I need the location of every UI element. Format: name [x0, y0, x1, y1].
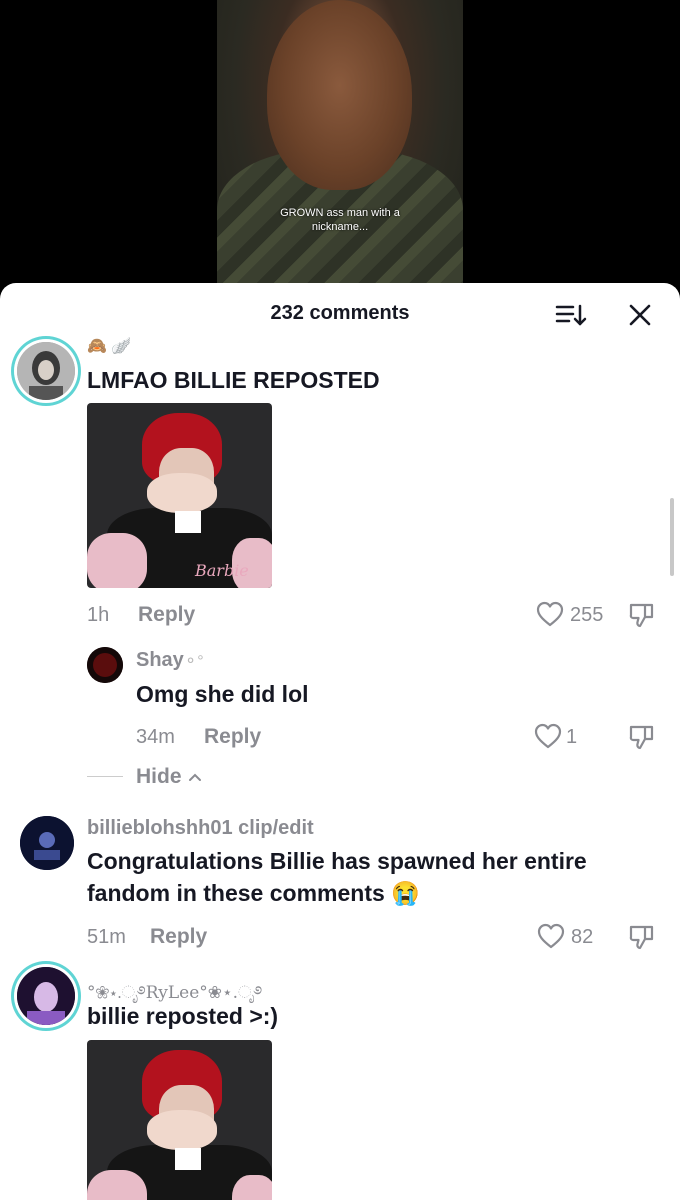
like-count: 255 [570, 604, 604, 626]
comment-text: billie reposted >:) [87, 1003, 279, 1029]
comment-text-line-1: Congratulations Billie has spawned her e… [87, 848, 587, 874]
video-subject-face [267, 0, 412, 190]
comment-image[interactable] [87, 1040, 272, 1200]
comment-username[interactable]: billieblohshh01 clip/edit [87, 817, 314, 840]
reply-button[interactable]: Reply [138, 603, 195, 627]
image-hands [147, 473, 217, 513]
avatar[interactable] [87, 647, 123, 683]
reply-button[interactable]: Reply [204, 725, 261, 749]
reply-time: 34m [136, 726, 175, 748]
like-count: 82 [571, 926, 594, 948]
comments-sheet: 232 comments 🙈 🪽 LMFAO BILLIE REPOSTED B… [0, 283, 680, 1200]
reply-button[interactable]: Reply [150, 925, 207, 949]
sort-icon[interactable] [553, 301, 589, 329]
avatar[interactable] [17, 342, 75, 400]
heart-icon[interactable] [534, 723, 562, 754]
video-player[interactable]: GROWN ass man with a nickname... [0, 0, 680, 300]
image-sleeve [87, 533, 147, 588]
hide-replies-button[interactable]: Hide [136, 765, 203, 789]
comment-text: LMFAO BILLIE REPOSTED [87, 367, 380, 393]
video-frame[interactable]: GROWN ass man with a nickname... [217, 0, 463, 300]
dislike-icon[interactable] [627, 922, 657, 957]
comment-text-line-2: fandom in these comments 😭 [87, 880, 420, 906]
hide-label: Hide [136, 765, 182, 788]
avatar[interactable] [20, 816, 74, 870]
scrollbar[interactable] [670, 498, 674, 576]
image-jacket-lettering: Barbie [195, 561, 249, 580]
comment-username-badges[interactable]: 🙈 🪽 [87, 336, 131, 356]
like-count: 1 [566, 726, 578, 748]
avatar[interactable] [17, 967, 75, 1025]
video-caption: GROWN ass man with a nickname... [280, 207, 400, 233]
reply-username-text: Shay [136, 649, 184, 671]
reply-username-suffix: ⚬° [183, 653, 204, 670]
reply-username[interactable]: Shay⚬° [136, 649, 204, 672]
dislike-icon[interactable] [627, 600, 657, 635]
close-icon[interactable] [624, 299, 656, 331]
reply-text: Omg she did lol [136, 681, 309, 707]
comment-time: 1h [87, 604, 110, 626]
comment-image[interactable]: Barbie [87, 403, 272, 588]
divider-line [87, 776, 123, 777]
heart-icon[interactable] [537, 923, 565, 954]
image-collar [175, 1148, 201, 1170]
heart-icon[interactable] [536, 601, 564, 632]
chevron-up-icon [189, 774, 202, 782]
dislike-icon[interactable] [627, 722, 657, 757]
image-sleeve [232, 1175, 272, 1200]
image-sleeve [87, 1170, 147, 1200]
image-collar [175, 511, 201, 533]
image-hands [147, 1110, 217, 1150]
comment-time: 51m [87, 926, 126, 948]
